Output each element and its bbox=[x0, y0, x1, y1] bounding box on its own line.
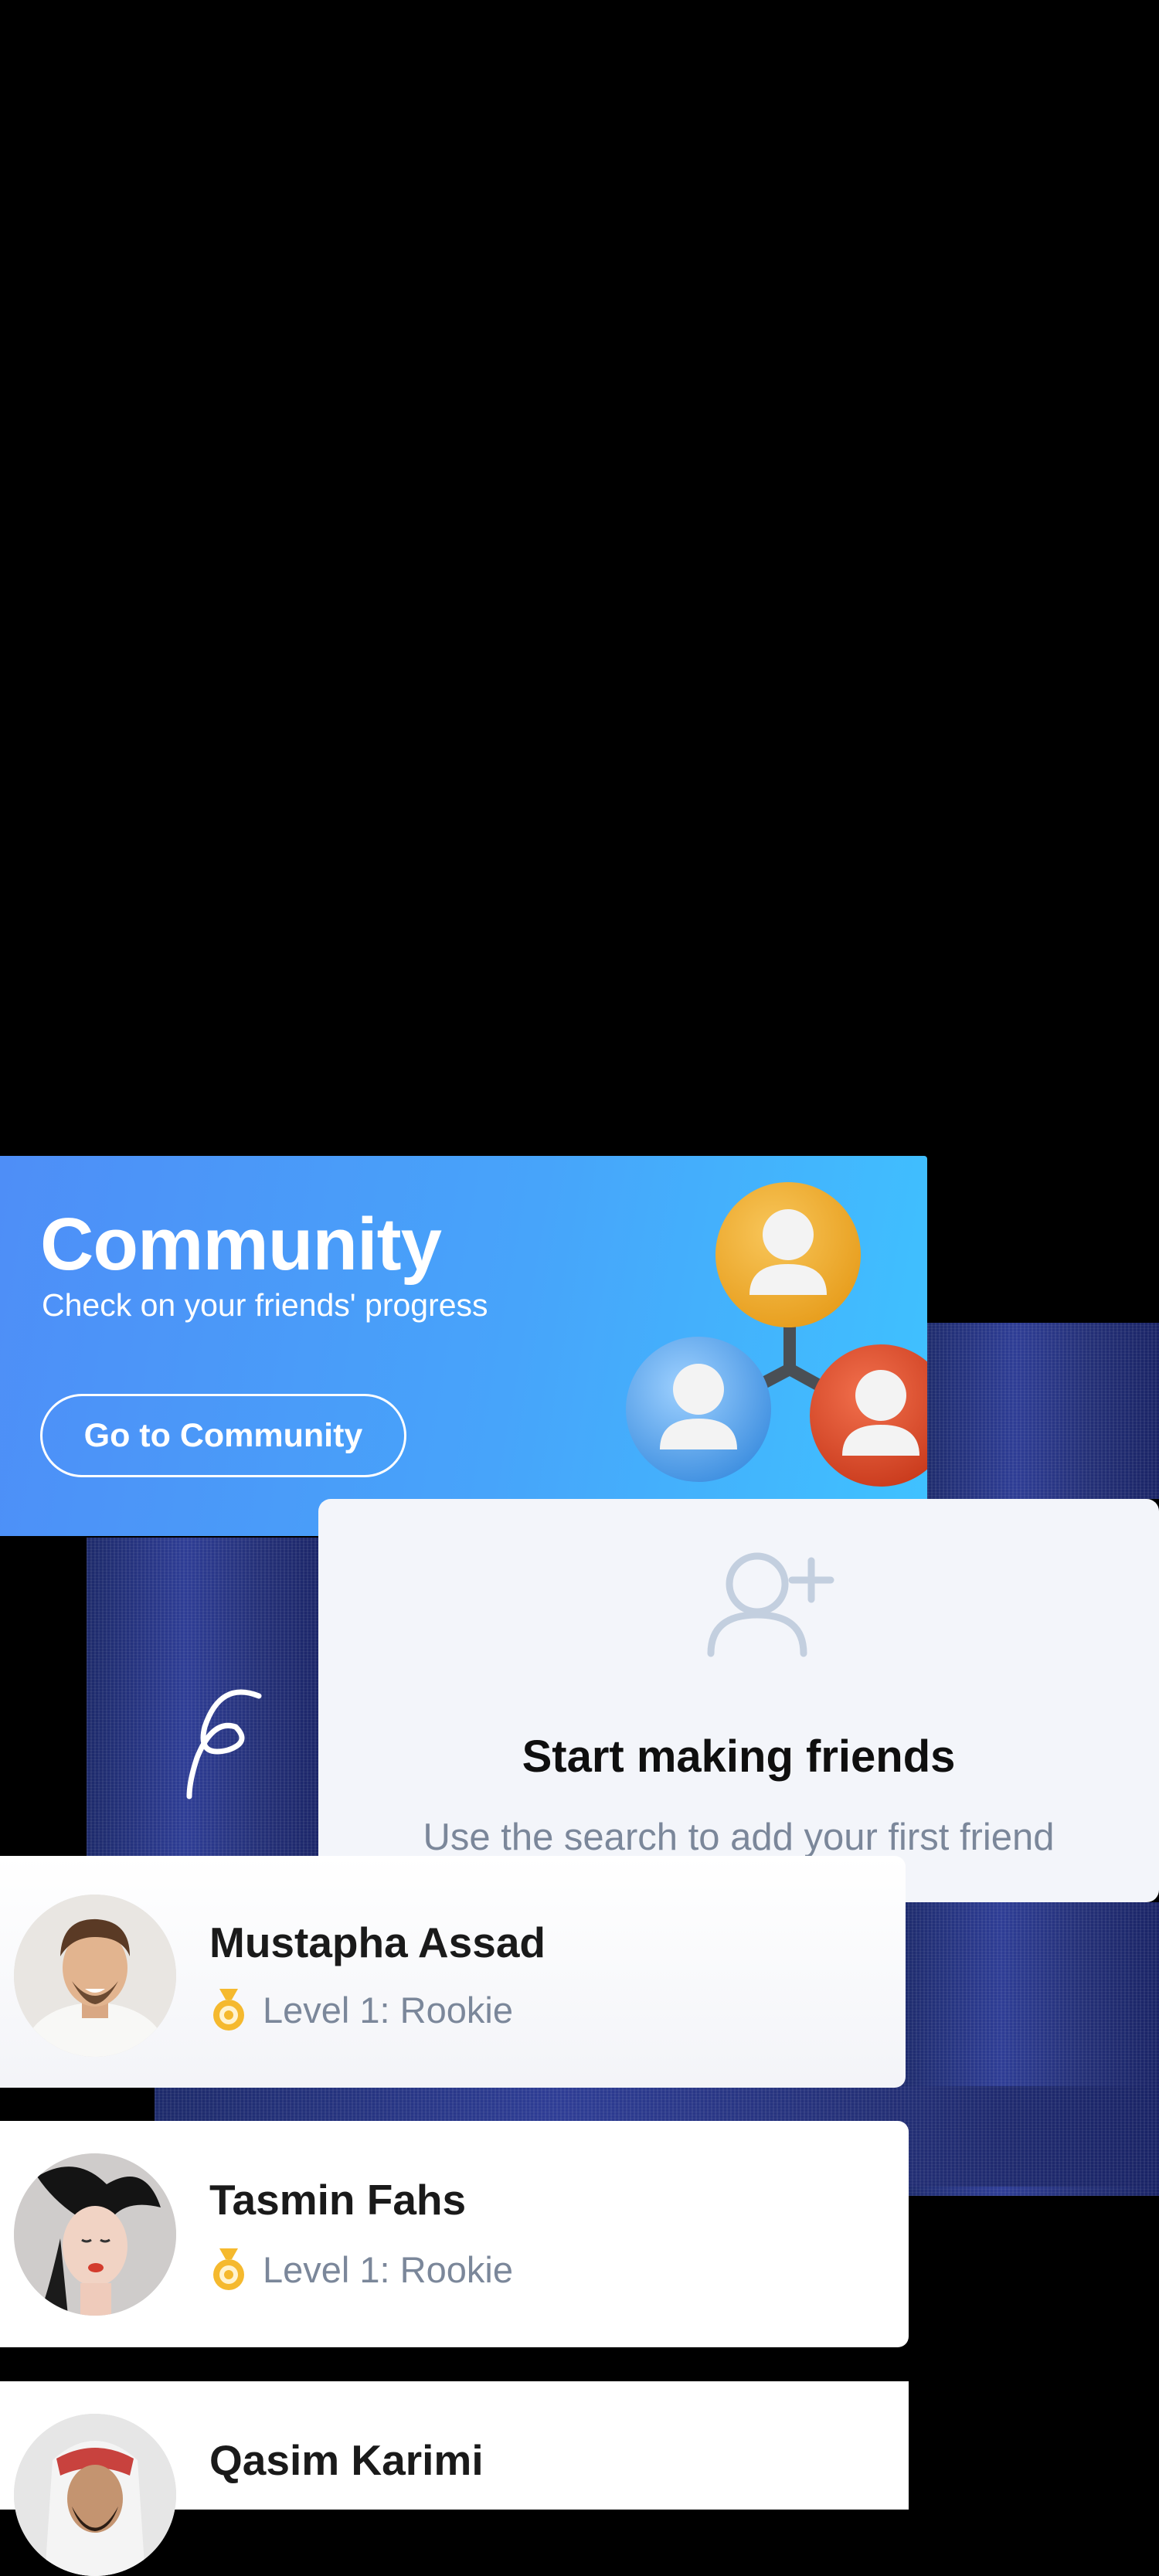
people-network-icon bbox=[626, 1182, 927, 1487]
user-name: Tasmin Fahs bbox=[209, 2176, 467, 2224]
community-banner: Community Check on your friends' progres… bbox=[0, 1156, 927, 1536]
avatar bbox=[14, 2414, 176, 2576]
community-subtitle: Check on your friends' progress bbox=[42, 1287, 488, 1323]
user-level: Level 1: Rookie bbox=[263, 2249, 513, 2290]
user-level: Level 1: Rookie bbox=[263, 1990, 513, 2031]
medal-icon bbox=[213, 2248, 244, 2290]
add-user-icon bbox=[707, 1552, 834, 1657]
user-row[interactable]: Tasmin Fahs Level 1: Rookie bbox=[0, 2121, 909, 2347]
friends-empty-title: Start making friends bbox=[522, 1731, 956, 1782]
friends-empty-subtitle: Use the search to add your first friend bbox=[423, 1816, 1055, 1858]
user-name: Mustapha Assad bbox=[209, 1918, 546, 1966]
avatar bbox=[14, 2153, 176, 2316]
go-to-community-button[interactable]: Go to Community bbox=[40, 1394, 406, 1477]
community-title: Community bbox=[40, 1203, 442, 1286]
friends-empty-state-card: Start making friends Use the search to a… bbox=[318, 1499, 1159, 1902]
background-noise-band bbox=[919, 1323, 1159, 1499]
user-row[interactable]: Qasim Karimi bbox=[0, 2381, 909, 2576]
user-name: Qasim Karimi bbox=[209, 2436, 484, 2484]
medal-icon bbox=[213, 1989, 244, 2031]
user-row[interactable]: Mustapha Assad Level 1: Rookie bbox=[0, 1856, 906, 2088]
avatar bbox=[14, 1895, 176, 2057]
squiggle-decoration bbox=[186, 1689, 262, 1799]
